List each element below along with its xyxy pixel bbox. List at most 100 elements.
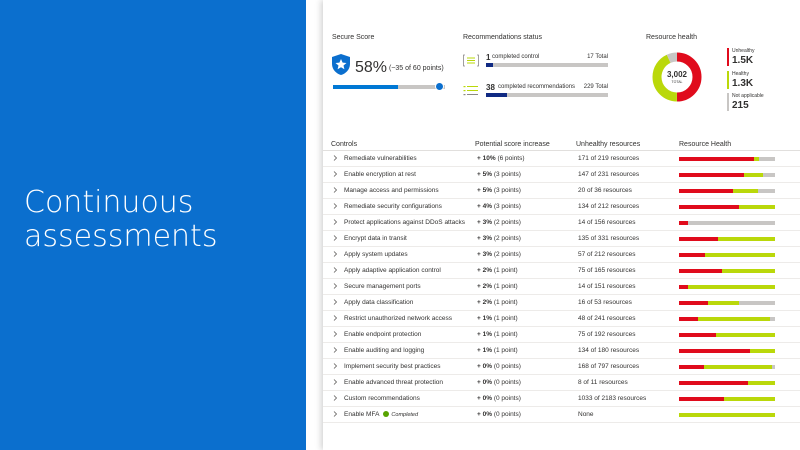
chevron-right-icon[interactable] bbox=[331, 282, 339, 290]
control-cell[interactable]: Enable advanced threat protection bbox=[344, 379, 443, 386]
score-increase-points: (2 points) bbox=[493, 235, 521, 242]
completed-recommendations-count: 38 bbox=[486, 83, 495, 92]
table-row[interactable]: Enable MFA Completed + 0% (0 points) None bbox=[323, 407, 800, 423]
table-row[interactable]: Secure management ports + 2% (1 point) 1… bbox=[323, 279, 800, 295]
table-row[interactable]: Enable endpoint protection + 1% (1 point… bbox=[323, 327, 800, 343]
column-header-controls[interactable]: Controls bbox=[331, 141, 357, 148]
score-increase-points: (1 point) bbox=[493, 283, 518, 290]
chevron-right-icon[interactable] bbox=[331, 186, 339, 194]
control-cell[interactable]: Apply system updates bbox=[344, 251, 408, 258]
table-row[interactable]: Enable auditing and logging + 1% (1 poin… bbox=[323, 343, 800, 359]
chevron-right-icon[interactable] bbox=[331, 346, 339, 354]
completed-controls-row[interactable]: 1 completed control 17 Total bbox=[463, 53, 608, 73]
score-increase-cell: + 5% (3 points) bbox=[477, 171, 521, 178]
legend-unhealthy-value: 1.5K bbox=[732, 55, 754, 66]
health-segment bbox=[716, 333, 775, 337]
control-cell[interactable]: Enable encryption at rest bbox=[344, 171, 416, 178]
table-row[interactable]: Apply system updates + 3% (2 points) 57 … bbox=[323, 247, 800, 263]
table-row[interactable]: Enable advanced threat protection + 0% (… bbox=[323, 375, 800, 391]
table-row[interactable]: Restrict unauthorized network access + 1… bbox=[323, 311, 800, 327]
chevron-right-icon[interactable] bbox=[331, 394, 339, 402]
resource-health-bar bbox=[679, 381, 775, 385]
score-increase-points: (1 point) bbox=[493, 315, 518, 322]
chevron-right-icon[interactable] bbox=[331, 250, 339, 258]
score-increase-cell: + 0% (0 points) bbox=[477, 379, 521, 386]
chevron-right-icon[interactable] bbox=[331, 266, 339, 274]
resource-health-donut[interactable]: 3,002 TOTAL bbox=[651, 51, 703, 103]
secure-score-progress-bar bbox=[333, 85, 445, 89]
table-row[interactable]: Implement security best practices + 0% (… bbox=[323, 359, 800, 375]
control-cell[interactable]: Apply data classification bbox=[344, 299, 413, 306]
health-segment bbox=[679, 157, 754, 161]
health-segment bbox=[679, 317, 699, 321]
column-header-resource-health[interactable]: Resource Health bbox=[679, 141, 731, 148]
chevron-right-icon[interactable] bbox=[331, 362, 339, 370]
control-cell[interactable]: Custom recommendations bbox=[344, 395, 420, 402]
control-name: Implement security best practices bbox=[344, 363, 441, 370]
health-segment bbox=[679, 301, 708, 305]
score-increase-cell: + 3% (2 points) bbox=[477, 219, 521, 226]
table-row[interactable]: Remediate security configurations + 4% (… bbox=[323, 199, 800, 215]
control-cell[interactable]: Enable endpoint protection bbox=[344, 331, 421, 338]
table-row[interactable]: Protect applications against DDoS attack… bbox=[323, 215, 800, 231]
table-row[interactable]: Enable encryption at rest + 5% (3 points… bbox=[323, 167, 800, 183]
chevron-right-icon[interactable] bbox=[331, 410, 339, 418]
table-row[interactable]: Apply data classification + 2% (1 point)… bbox=[323, 295, 800, 311]
resource-health-bar bbox=[679, 333, 775, 337]
control-cell[interactable]: Manage access and permissions bbox=[344, 187, 439, 194]
health-segment bbox=[722, 269, 775, 273]
control-cell[interactable]: Protect applications against DDoS attack… bbox=[344, 219, 465, 226]
score-increase-cell: + 2% (1 point) bbox=[477, 299, 518, 306]
controls-table: Controls Potential score increase Unheal… bbox=[323, 138, 800, 423]
health-segment bbox=[679, 221, 688, 225]
control-cell[interactable]: Secure management ports bbox=[344, 283, 421, 290]
chevron-right-icon[interactable] bbox=[331, 298, 339, 306]
control-name: Enable auditing and logging bbox=[344, 347, 425, 354]
chevron-right-icon[interactable] bbox=[331, 330, 339, 338]
score-increase-cell: + 10% (6 points) bbox=[477, 155, 525, 162]
control-cell[interactable]: Restrict unauthorized network access bbox=[344, 315, 452, 322]
resource-health-bar bbox=[679, 317, 775, 321]
legend-not-applicable-swatch bbox=[727, 93, 729, 111]
health-segment bbox=[757, 189, 775, 193]
chevron-right-icon[interactable] bbox=[331, 202, 339, 210]
control-cell[interactable]: Implement security best practices bbox=[344, 363, 440, 370]
resource-health-bar bbox=[679, 397, 775, 401]
chevron-right-icon[interactable] bbox=[331, 378, 339, 386]
score-increase-points: (0 points) bbox=[493, 379, 521, 386]
table-row[interactable]: Remediate vulnerabilities + 10% (6 point… bbox=[323, 151, 800, 167]
score-increase-value: + 2% bbox=[477, 283, 492, 290]
chevron-right-icon[interactable] bbox=[331, 218, 339, 226]
table-row[interactable]: Apply adaptive application control + 2% … bbox=[323, 263, 800, 279]
chevron-right-icon[interactable] bbox=[331, 314, 339, 322]
control-cell[interactable]: Apply adaptive application control bbox=[344, 267, 441, 274]
chevron-right-icon[interactable] bbox=[331, 234, 339, 242]
table-row[interactable]: Encrypt data in transit + 3% (2 points) … bbox=[323, 231, 800, 247]
control-cell[interactable]: Encrypt data in transit bbox=[344, 235, 407, 242]
score-increase-points: (0 points) bbox=[493, 411, 521, 418]
column-header-score-increase[interactable]: Potential score increase bbox=[475, 141, 550, 148]
score-increase-cell: + 1% (1 point) bbox=[477, 347, 518, 354]
chevron-right-icon[interactable] bbox=[331, 170, 339, 178]
control-cell[interactable]: Enable MFA Completed bbox=[344, 411, 418, 418]
control-cell[interactable]: Enable auditing and logging bbox=[344, 347, 424, 354]
health-segment bbox=[679, 285, 688, 289]
completed-recommendations-row[interactable]: 38 completed recommendations 229 Total bbox=[463, 83, 608, 103]
table-row[interactable]: Manage access and permissions + 5% (3 po… bbox=[323, 183, 800, 199]
control-cell[interactable]: Remediate vulnerabilities bbox=[344, 155, 417, 162]
score-increase-points: (1 point) bbox=[493, 299, 518, 306]
completed-badge-label: Completed bbox=[391, 412, 419, 418]
health-segment bbox=[744, 173, 764, 177]
column-header-unhealthy-resources[interactable]: Unhealthy resources bbox=[576, 141, 640, 148]
legend-not-applicable-value: 215 bbox=[732, 100, 749, 111]
legend-unhealthy-swatch bbox=[727, 48, 729, 66]
score-increase-value: + 1% bbox=[477, 315, 492, 322]
chevron-right-icon[interactable] bbox=[331, 154, 339, 162]
table-row[interactable]: Custom recommendations + 0% (0 points) 1… bbox=[323, 391, 800, 407]
score-increase-cell: + 0% (0 points) bbox=[477, 395, 521, 402]
health-segment bbox=[679, 237, 719, 241]
secure-score-title: Secure Score bbox=[332, 34, 375, 41]
resource-health-bar bbox=[679, 349, 775, 353]
checklist-icon bbox=[463, 86, 478, 96]
control-cell[interactable]: Remediate security configurations bbox=[344, 203, 442, 210]
